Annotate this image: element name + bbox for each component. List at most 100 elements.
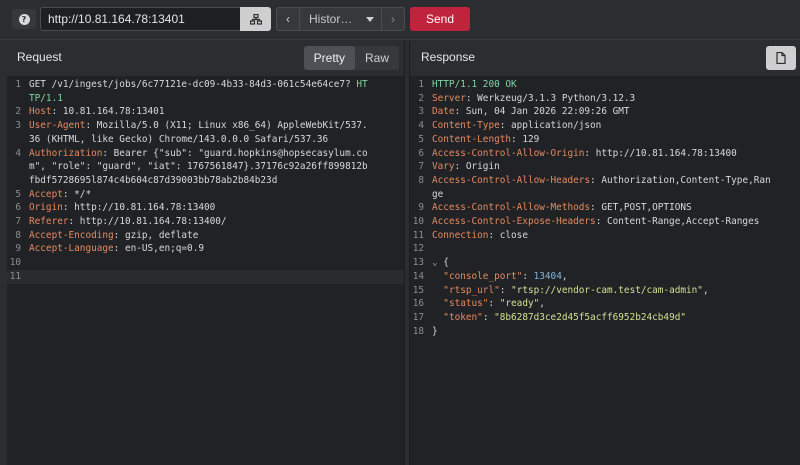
request-line-number: 11 — [9, 270, 21, 282]
request-line: 8 Accept-Encoding: gzip, deflate — [7, 229, 404, 243]
response-line: 7 Vary: Origin — [410, 160, 800, 174]
response-token: : — [488, 298, 500, 310]
request-line-number: 9 — [15, 243, 21, 255]
response-token: , — [702, 284, 709, 296]
chevron-down-icon — [366, 17, 374, 22]
request-line-number — [7, 160, 29, 174]
response-token: "rtsp_url" — [443, 284, 500, 296]
response-line-text: Access-Control-Allow-Origin: http://10.8… — [432, 147, 737, 161]
request-token: : Bearer {"sub": "guard.hopkins@hopsecas… — [102, 147, 368, 159]
response-line: 17 "token": "8b6287d3ce2d45f5acff6952b24… — [410, 311, 800, 325]
request-line-number: 5 — [15, 188, 21, 200]
request-line-number — [7, 174, 29, 188]
request-line-number: 7 — [15, 216, 21, 228]
request-token: TP/1.1 — [29, 92, 63, 104]
request-line-number: 2 — [15, 106, 21, 118]
response-token: : 129 — [511, 133, 540, 145]
request-line: 3 User-Agent: Mozilla/5.0 (X11; Linux x86… — [7, 119, 404, 133]
response-line: 10 Access-Control-Expose-Headers: Content… — [410, 215, 800, 229]
response-line-number: 11 — [412, 229, 424, 241]
request-line: 5 Accept: */* — [7, 188, 404, 202]
response-viewer[interactable]: 1 HTTP/1.1 200 OK 2 Server: Werkzeug/3.1.3 … — [410, 76, 800, 465]
response-line-number: 16 — [412, 298, 424, 310]
help-icon: ? — [18, 13, 30, 25]
response-line: 18} — [410, 325, 800, 339]
request-line-number: 1 — [15, 79, 21, 90]
response-line-number: 7 — [418, 161, 424, 173]
request-line-number: 10 — [9, 257, 21, 269]
response-line-number: 8 — [418, 174, 424, 186]
response-token: ge — [432, 188, 444, 200]
copy-response-button[interactable] — [766, 46, 796, 70]
response-line-number: 15 — [412, 284, 424, 296]
request-token: : http://10.81.164.78:13400 — [62, 202, 216, 214]
response-line-text: "rtsp_url": "rtsp://vendor-cam.test/cam-… — [432, 284, 709, 298]
response-token: Access-Control-Allow-Methods — [432, 202, 591, 214]
fold-chevron-icon[interactable]: ⌄ — [432, 257, 443, 268]
request-line: 9 Accept-Language: en-US,en;q=0.9 — [7, 242, 404, 256]
response-token: : http://10.81.164.78:13400 — [584, 147, 737, 159]
request-line-text: Referer: http://10.81.164.78:13400/ — [29, 215, 227, 229]
request-line-number — [7, 133, 29, 147]
request-token: : http://10.81.164.78:13400/ — [68, 216, 227, 228]
request-token: Accept — [29, 188, 63, 200]
response-line-text: ge — [432, 188, 443, 202]
request-line: 11 — [7, 269, 404, 284]
request-token: GET /v1/ingest/jobs/6c77121e-dc09-4b33-8… — [29, 79, 357, 90]
request-line-number: 3 — [15, 120, 21, 132]
request-line-text: Accept-Encoding: gzip, deflate — [29, 229, 198, 243]
send-button[interactable]: Send — [410, 7, 470, 31]
target-settings-button[interactable] — [240, 7, 271, 31]
response-header: Response — [410, 41, 800, 76]
request-token: : */* — [62, 188, 92, 200]
response-line-text: Connection: close — [432, 229, 528, 243]
response-pane: Response 1 HTTP/1.1 200 OK 2 Server: Werkze… — [409, 41, 800, 465]
response-token: Content-Length — [432, 133, 512, 145]
response-token: : — [482, 311, 495, 323]
request-title: Request — [17, 50, 62, 64]
response-line-text: Access-Control-Expose-Headers: Content-R… — [432, 215, 759, 229]
response-token: } — [432, 325, 438, 337]
document-icon — [776, 52, 786, 64]
response-token: "status" — [443, 298, 489, 310]
request-line-number: 8 — [15, 229, 21, 241]
history-back-button[interactable]: ‹ — [276, 7, 300, 31]
request-token: Referer — [29, 216, 69, 228]
response-line-text: "token": "8b6287d3ce2d45f5acff6952b24cb4… — [432, 311, 686, 325]
target-url-input[interactable]: http://10.81.164.78:13401 — [40, 7, 240, 31]
response-token: : Origin — [454, 161, 500, 173]
response-line: 8 Access-Control-Allow-Headers: Authoriza… — [410, 174, 800, 188]
request-line: 1 GET /v1/ingest/jobs/6c77121e-dc09-4b33-… — [7, 78, 404, 92]
request-line: fbdf5728695l874c4b604c87d39003bb78ab2b84… — [7, 174, 404, 188]
request-token: fbdf5728695l874c4b604c87d39003bb78ab2b84… — [29, 174, 278, 186]
response-line: 3 Date: Sun, 04 Jan 2026 22:09:26 GMT — [410, 105, 800, 119]
response-line-text: Server: Werkzeug/3.1.3 Python/3.12.3 — [432, 92, 635, 106]
help-button[interactable]: ? — [12, 9, 36, 29]
response-line-text: Vary: Origin — [432, 160, 500, 174]
tab-raw[interactable]: Raw — [355, 46, 399, 70]
request-token: HT — [356, 79, 368, 90]
response-token: "token" — [443, 311, 483, 323]
response-line: 11 Connection: close — [410, 229, 800, 243]
response-line: 14 "console_port": 13404, — [410, 270, 800, 284]
request-editor[interactable]: 1 GET /v1/ingest/jobs/6c77121e-dc09-4b33-… — [7, 76, 404, 465]
request-token: : en-US,en;q=0.9 — [113, 243, 204, 255]
response-line: 6 Access-Control-Allow-Origin: http://10.… — [410, 147, 800, 161]
response-token: Connection — [432, 229, 489, 241]
response-token: Content-Type — [432, 120, 500, 132]
response-token: Access-Control-Allow-Headers — [432, 174, 591, 186]
request-line-text: Authorization: Bearer {"sub": "guard.hop… — [29, 147, 368, 161]
history-dropdown[interactable]: Histor… — [299, 7, 382, 31]
request-view-toggle: Pretty Raw — [303, 46, 399, 70]
tab-pretty[interactable]: Pretty — [303, 46, 355, 70]
response-token: : application/json — [499, 120, 602, 132]
history-forward-button[interactable]: › — [382, 7, 405, 31]
response-line-text: "console_port": 13404, — [432, 270, 567, 284]
response-line-text: "status": "ready", — [432, 297, 545, 311]
request-line-text: GET /v1/ingest/jobs/6c77121e-dc09-4b33-8… — [29, 78, 368, 92]
response-line-number — [410, 188, 432, 202]
response-token — [432, 298, 443, 309]
request-line: 2 Host: 10.81.164.78:13401 — [7, 105, 404, 119]
response-line: ge — [410, 188, 800, 202]
request-line: 7 Referer: http://10.81.164.78:13400/ — [7, 215, 404, 229]
